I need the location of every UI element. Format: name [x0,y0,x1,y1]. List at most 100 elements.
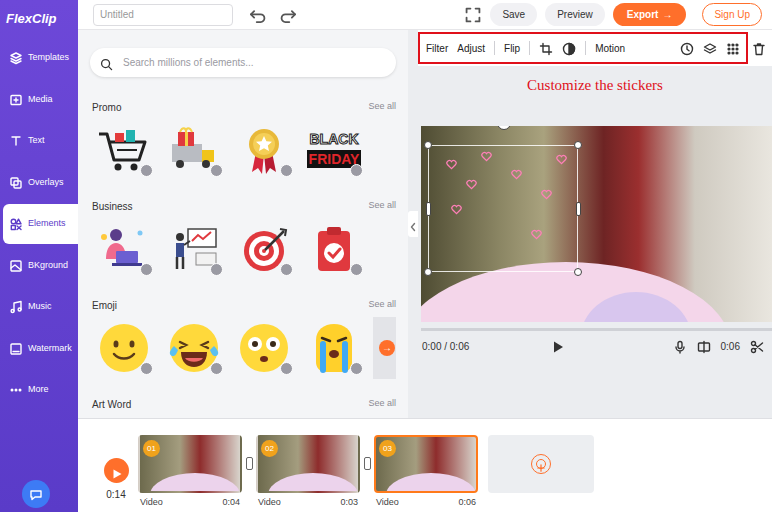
clip-meta: Video0:06 [374,493,478,510]
add-clip-button[interactable] [488,435,594,493]
split-icon[interactable] [697,339,711,353]
search-field[interactable] [121,54,386,71]
timeline-clip[interactable]: 02Video0:03 [256,435,360,510]
chat-icon[interactable] [22,480,50,508]
resize-handle[interactable] [576,202,581,216]
tool-button[interactable]: Motion [595,41,625,56]
sidebar-label: Overlays [28,176,64,190]
layers-icon[interactable] [703,41,717,55]
background-icon [9,259,23,273]
sticker[interactable] [373,119,396,181]
sticker[interactable] [163,317,225,379]
clip-thumbnail[interactable]: 03 [374,435,478,493]
elements-panel: PromoSee allBLACKFRIDAYBusinessSee allEm… [78,30,408,418]
clip-type: Video [258,496,281,510]
resize-handle[interactable] [424,141,432,149]
trash-icon[interactable] [752,41,766,55]
toolbar-separator [585,41,586,55]
see-all-link[interactable]: See all [368,199,396,213]
next-button[interactable]: → [373,317,396,379]
sidebar-item[interactable]: Overlays [3,163,78,203]
total-time: 0:14 [106,487,125,502]
sidebar-item[interactable]: Templates [3,38,78,78]
see-all-link[interactable]: See all [368,397,396,411]
sidebar-item[interactable]: Media [3,80,78,120]
transition-slot[interactable] [242,435,256,470]
redo-icon[interactable] [279,6,297,24]
tool-button[interactable]: Filter [426,41,448,56]
toolbar-separator [494,41,495,55]
selection-box[interactable] [428,145,578,272]
sticker[interactable] [233,218,295,280]
templates-icon [9,51,23,65]
sticker[interactable] [163,218,225,280]
sidebar-item[interactable]: BKground [3,246,78,286]
project-title-field[interactable] [93,4,233,26]
sidebar-item[interactable]: Music [3,287,78,327]
resize-handle[interactable] [574,141,582,149]
sidebar-label: More [28,383,49,397]
progress-track[interactable] [421,328,772,331]
timeline-clip[interactable]: 03Video0:06 [374,435,478,510]
section-title: Art Word [92,397,131,412]
mask-icon[interactable] [562,41,576,55]
heart-icon [531,226,542,237]
transition-slot[interactable] [360,435,374,470]
sticker[interactable] [93,317,155,379]
panel-collapse-handle[interactable] [408,30,418,418]
add-badge-icon [210,164,223,177]
header-button[interactable]: Sign Up [702,3,762,26]
clip-thumbnail[interactable]: 01 [138,435,242,493]
resize-handle[interactable] [574,268,582,276]
sidebar-item[interactable]: Watermark [3,329,78,369]
fullscreen-icon[interactable] [464,6,482,24]
scissors-icon[interactable] [750,339,764,353]
text-icon [9,134,23,148]
sidebar-item[interactable]: More [3,370,78,410]
sidebar-label: Templates [28,51,69,65]
sticker[interactable]: BLACKFRIDAY [303,119,365,181]
clip-thumbnail[interactable]: 02 [256,435,360,493]
sidebar: FlexClip Templates MediaText Overlays Elemen… [0,0,78,512]
timeline-clip[interactable]: 01Video0:04 [138,435,242,510]
sidebar-item[interactable]: Elements [3,204,78,244]
rotate-icon[interactable] [497,126,511,130]
see-all-link[interactable]: See all [368,298,396,312]
sticker[interactable] [373,218,396,280]
microphone-icon[interactable] [673,339,687,353]
logo[interactable]: FlexClip [0,0,78,38]
video-preview [421,126,772,322]
sticker[interactable] [303,218,365,280]
tool-button[interactable]: Flip [504,41,520,56]
clip-meta: Video0:04 [138,493,242,510]
play-icon[interactable] [551,339,565,353]
sticker-row: → [90,317,396,379]
undo-icon[interactable] [249,6,267,24]
resize-handle[interactable] [426,202,431,216]
header-button[interactable]: Save [490,3,537,26]
sticker[interactable] [93,119,155,181]
sidebar-item[interactable]: Text [3,121,78,161]
header-button[interactable]: Export→ [613,3,687,26]
grid-icon[interactable] [726,41,740,55]
play-icon[interactable] [104,458,129,483]
sticker[interactable] [233,119,295,181]
tool-button[interactable]: Adjust [457,41,485,56]
sticker[interactable] [93,218,155,280]
see-all-link[interactable]: See all [368,100,396,114]
transition-icon [246,457,253,470]
section-title: Business [92,199,133,214]
arrow-icon: → [662,9,672,20]
resize-handle[interactable] [424,268,432,276]
sticker[interactable] [233,317,295,379]
heart-icon [451,201,462,212]
timing-icon[interactable] [680,41,694,55]
crop-icon[interactable] [539,41,553,55]
sticker[interactable] [303,317,365,379]
header-button[interactable]: Preview [545,3,605,26]
sticker[interactable] [163,119,225,181]
add-badge-icon [350,362,363,375]
next-arrow: → [379,340,395,356]
workspace: SavePreviewExport→Sign UpPromoSee allBLA… [78,0,772,512]
